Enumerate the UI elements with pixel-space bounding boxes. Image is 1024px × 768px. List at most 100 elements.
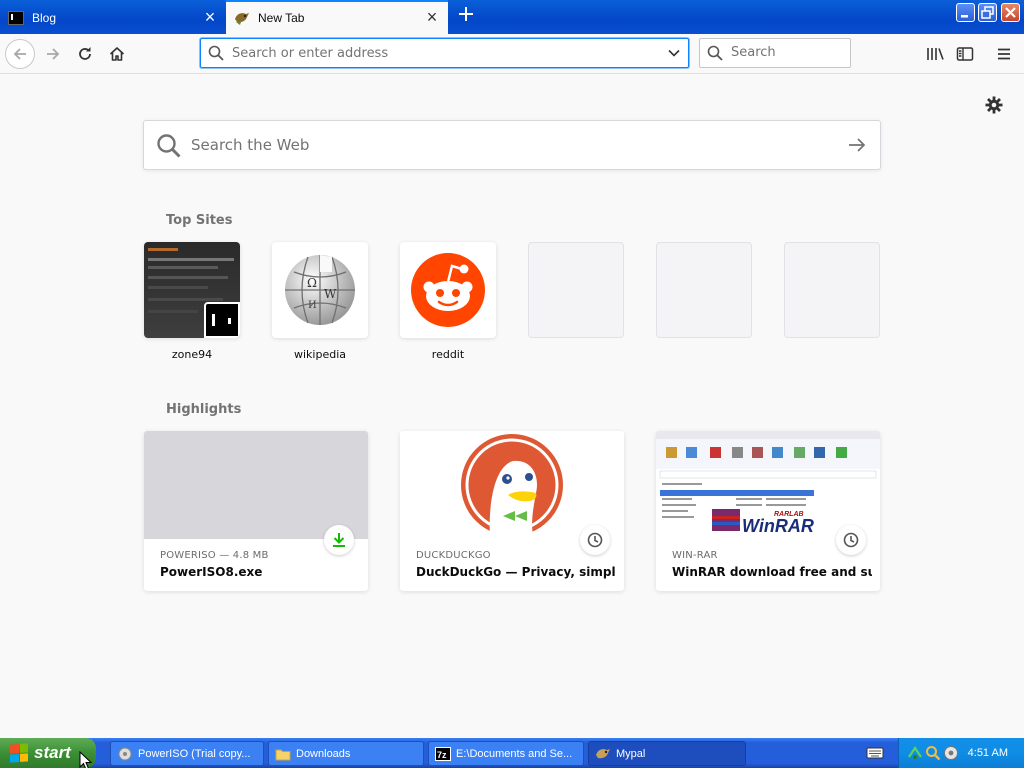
system-tray: 4:51 AM — [898, 738, 1024, 768]
taskbar-button-label: Mypal — [616, 747, 646, 760]
close-icon — [1005, 7, 1016, 18]
taskbar-button-label: PowerISO (Trial copy... — [138, 747, 251, 760]
top-site-empty[interactable] — [784, 242, 880, 338]
empty-site-tile[interactable] — [528, 242, 624, 338]
search-tray-icon[interactable] — [925, 745, 941, 761]
close-tab-icon[interactable]: × — [424, 8, 440, 26]
new-tab-button[interactable] — [455, 4, 477, 28]
svg-text:7z: 7z — [437, 750, 447, 760]
home-button[interactable] — [102, 39, 132, 69]
top-site-empty[interactable] — [656, 242, 752, 338]
back-button[interactable] — [5, 39, 35, 69]
taskbar-button-7zip[interactable]: 7z E:\Documents and Se... — [428, 741, 584, 766]
highlight-card[interactable]: POWERISO — 4.8 MB PowerISO8.exe — [144, 431, 368, 591]
sound-icon[interactable] — [943, 745, 959, 761]
minimize-button[interactable] — [956, 3, 975, 22]
top-site-wikipedia[interactable]: Ω W И wikipedia — [272, 242, 368, 361]
tab-blog[interactable]: Blog × — [0, 2, 226, 34]
arrow-left-icon — [13, 48, 26, 60]
search-input[interactable] — [731, 45, 841, 60]
taskbar-button-label: E:\Documents and Se... — [456, 747, 573, 760]
highlight-card[interactable]: RARLAB WinRAR WIN-RAR WinRAR download fr… — [656, 431, 880, 591]
top-site-tile[interactable]: Ω W И — [272, 242, 368, 338]
svg-text:И: И — [308, 300, 317, 311]
tab-title: Blog — [32, 11, 57, 25]
top-site-tile[interactable] — [144, 242, 240, 338]
top-site-tile[interactable] — [400, 242, 496, 338]
web-search-box[interactable] — [143, 120, 881, 170]
library-button[interactable] — [920, 39, 950, 69]
reload-icon — [79, 47, 91, 60]
mypal-favicon-icon — [235, 13, 249, 25]
taskbar-button-mypal[interactable]: Mypal — [588, 741, 746, 766]
highlight-meta: WIN-RAR — [672, 550, 718, 561]
web-search-input[interactable] — [191, 136, 791, 154]
top-site-empty[interactable] — [528, 242, 624, 338]
home-icon — [109, 47, 125, 61]
highlight-thumbnail — [144, 431, 368, 539]
chevron-down-icon[interactable] — [667, 46, 681, 60]
tab-title: New Tab — [258, 11, 305, 25]
keyboard-icon[interactable] — [866, 746, 884, 760]
menu-button[interactable] — [989, 39, 1019, 69]
mypal-icon — [595, 746, 611, 762]
tab-new-tab[interactable]: New Tab × — [226, 0, 448, 34]
windows-flag-icon — [10, 743, 28, 763]
hamburger-menu-icon — [998, 48, 1010, 60]
empty-site-tile[interactable] — [656, 242, 752, 338]
highlight-title: DuckDuckGo — Privacy, simplifi... — [416, 565, 616, 579]
restore-button[interactable] — [978, 3, 997, 22]
network-icon[interactable] — [907, 745, 923, 761]
gear-icon[interactable] — [984, 95, 1004, 115]
tab-strip: Blog × New Tab × — [0, 0, 1024, 34]
restore-icon — [981, 6, 994, 19]
duckduckgo-logo-icon — [461, 434, 563, 539]
highlight-thumbnail — [400, 431, 624, 539]
top-site-label: wikipedia — [293, 348, 346, 361]
close-tab-icon[interactable]: × — [202, 8, 218, 26]
highlights-heading: Highlights — [166, 402, 242, 417]
top-site-zone94[interactable]: zone94 — [144, 242, 240, 361]
7zip-icon: 7z — [435, 746, 451, 762]
top-site-reddit[interactable]: reddit — [400, 242, 496, 361]
winrar-screenshot: RARLAB WinRAR — [656, 431, 880, 536]
taskbar-button-downloads[interactable]: Downloads — [268, 741, 424, 766]
highlight-title: PowerISO8.exe — [160, 565, 263, 579]
clock-icon — [843, 532, 859, 548]
taskbar: start PowerISO (Trial copy... Downloads … — [0, 738, 1024, 768]
highlight-badge — [324, 525, 354, 555]
top-sites-heading: Top Sites — [166, 213, 233, 228]
top-site-label: reddit — [431, 348, 465, 361]
plus-icon — [459, 7, 473, 21]
address-input[interactable] — [232, 44, 652, 62]
highlight-title: WinRAR download free and sup... — [672, 565, 872, 579]
search-bar[interactable] — [699, 38, 851, 68]
clock[interactable]: 4:51 AM — [968, 747, 1008, 759]
poweriso-icon — [117, 746, 133, 762]
empty-site-tile[interactable] — [784, 242, 880, 338]
zone94-favicon-icon — [204, 302, 240, 338]
address-bar[interactable] — [200, 38, 689, 68]
wikipedia-globe-icon: Ω W И — [285, 255, 355, 325]
clock-icon — [587, 532, 603, 548]
taskbar-button-poweriso[interactable]: PowerISO (Trial copy... — [110, 741, 264, 766]
close-window-button[interactable] — [1001, 3, 1020, 22]
forward-button[interactable] — [38, 39, 68, 69]
highlight-card[interactable]: DUCKDUCKGO DuckDuckGo — Privacy, simplif… — [400, 431, 624, 591]
search-icon — [707, 45, 723, 61]
arrow-right-icon — [47, 48, 60, 60]
taskbar-button-label: Downloads — [296, 747, 351, 760]
highlight-thumbnail: RARLAB WinRAR — [656, 431, 880, 539]
highlight-badge — [580, 525, 610, 555]
svg-text:Ω: Ω — [307, 276, 317, 290]
mouse-cursor-icon — [79, 751, 93, 768]
arrow-right-icon[interactable] — [848, 136, 866, 154]
blog-favicon-icon — [8, 11, 24, 25]
highlight-badge — [836, 525, 866, 555]
reload-button[interactable] — [70, 39, 100, 69]
reddit-logo-icon — [411, 253, 485, 327]
sidebar-button[interactable] — [950, 39, 980, 69]
svg-text:W: W — [324, 287, 337, 301]
top-site-label: zone94 — [171, 348, 213, 361]
search-icon — [208, 45, 224, 61]
